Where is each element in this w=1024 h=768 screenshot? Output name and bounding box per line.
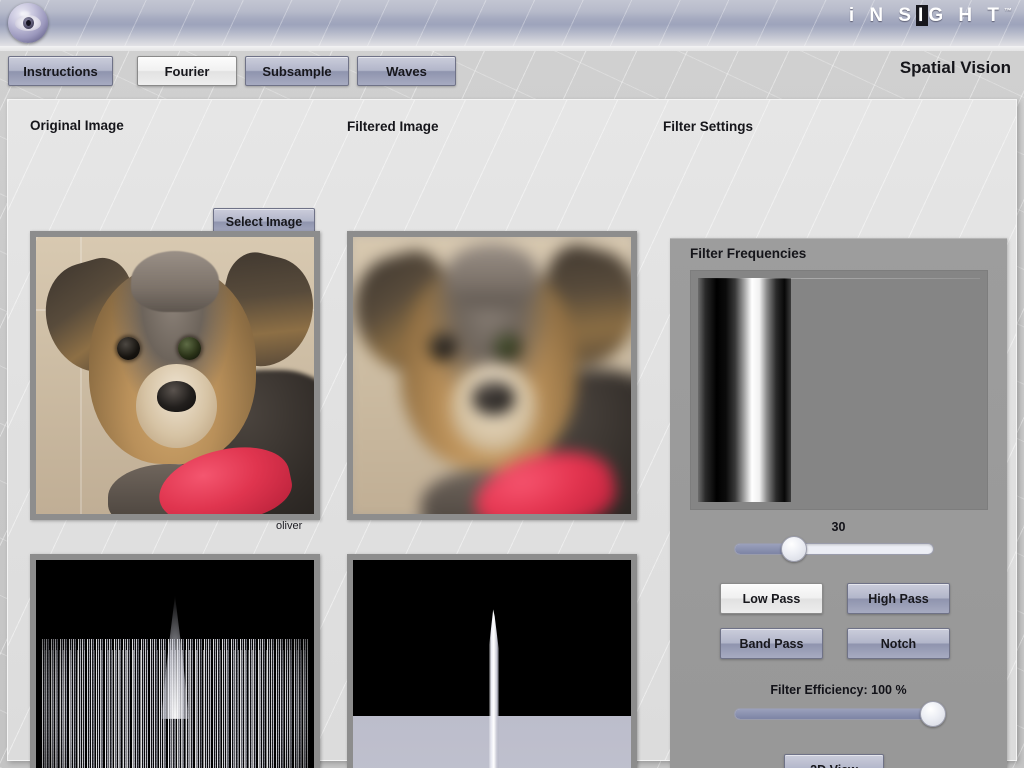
grating-pattern: [698, 278, 791, 502]
filter-settings-label: Filter Settings: [663, 119, 753, 134]
fft-plot-frame[interactable]: [30, 554, 320, 768]
fft-canvas: [36, 560, 314, 768]
filter-frequencies-display[interactable]: [690, 270, 988, 510]
eye-glint: [20, 11, 30, 17]
filtered-image-frame[interactable]: [347, 231, 637, 520]
brand-suffix: G H T: [928, 5, 1004, 26]
2d-view-button[interactable]: 2D View: [784, 754, 884, 768]
band-pass-button[interactable]: Band Pass: [720, 628, 823, 659]
filter-frequencies-label: Filter Frequencies: [690, 246, 806, 261]
filtered-fft-plot-frame[interactable]: [347, 554, 637, 768]
original-image-frame[interactable]: [30, 231, 320, 520]
tab-instructions[interactable]: Instructions: [8, 56, 113, 86]
filter-efficiency-slider[interactable]: [734, 708, 934, 720]
tab-fourier[interactable]: Fourier: [137, 56, 237, 86]
select-image-button-label: Select Image: [226, 215, 302, 229]
eye-pupil: [26, 20, 31, 26]
frequency-slider-knob[interactable]: [781, 536, 807, 562]
image-name-caption: oliver: [276, 520, 302, 532]
dog-nose: [473, 381, 514, 413]
tab-subsample[interactable]: Subsample: [245, 56, 349, 86]
band-pass-label: Band Pass: [740, 637, 804, 651]
low-pass-button[interactable]: Low Pass: [720, 583, 823, 614]
tab-bar: Instructions Fourier Subsample Waves: [0, 47, 1024, 94]
efficiency-slider-fill: [735, 709, 933, 719]
filter-efficiency-label: Filter Efficiency: 100 %: [670, 683, 1007, 697]
filter-settings-panel: Filter Frequencies 30 Low Pass High Pass…: [670, 238, 1007, 768]
frequency-value: 30: [670, 520, 1007, 534]
dog-topknot: [131, 251, 220, 312]
trademark-symbol: ™: [1004, 7, 1012, 16]
original-image: [36, 237, 314, 514]
notch-label: Notch: [881, 637, 916, 651]
fft-filtered-peak: [489, 609, 498, 768]
efficiency-slider-knob[interactable]: [920, 701, 946, 727]
low-pass-label: Low Pass: [743, 592, 801, 606]
filtered-image: [353, 237, 631, 514]
dog-photo-blurred: [353, 237, 631, 514]
filtered-image-label: Filtered Image: [347, 119, 439, 134]
high-pass-button[interactable]: High Pass: [847, 583, 950, 614]
application-window: i N SIG H T™ Instructions Fourier Subsam…: [0, 0, 1024, 768]
page-title: Spatial Vision: [900, 58, 1011, 78]
notch-button[interactable]: Notch: [847, 628, 950, 659]
tab-fourier-label: Fourier: [165, 64, 210, 79]
original-image-label: Original Image: [30, 118, 124, 133]
eye-logo-icon: [8, 3, 48, 43]
dog-topknot: [445, 243, 539, 308]
2d-view-label: 2D View: [810, 763, 858, 768]
dog-photo: [36, 237, 314, 514]
tab-waves-label: Waves: [386, 64, 427, 79]
brand-highlight: I: [916, 5, 928, 26]
tab-waves[interactable]: Waves: [357, 56, 456, 86]
frequency-slider[interactable]: [734, 543, 934, 555]
filtered-fft-canvas: [353, 560, 631, 768]
high-pass-label: High Pass: [868, 592, 928, 606]
fft-surface-plot: [36, 560, 314, 768]
filtered-fft-surface-plot: [353, 560, 631, 768]
brand-wordmark: i N SIG H T™: [849, 5, 1012, 27]
grating-hairline: [698, 278, 980, 279]
main-content-panel: Original Image Filtered Image FFT of Ima…: [7, 99, 1017, 761]
tab-subsample-label: Subsample: [262, 64, 331, 79]
brand-prefix: i N S: [849, 5, 916, 26]
tab-instructions-label: Instructions: [23, 64, 97, 79]
app-header: i N SIG H T™: [0, 0, 1024, 47]
dog-nose: [157, 381, 196, 411]
